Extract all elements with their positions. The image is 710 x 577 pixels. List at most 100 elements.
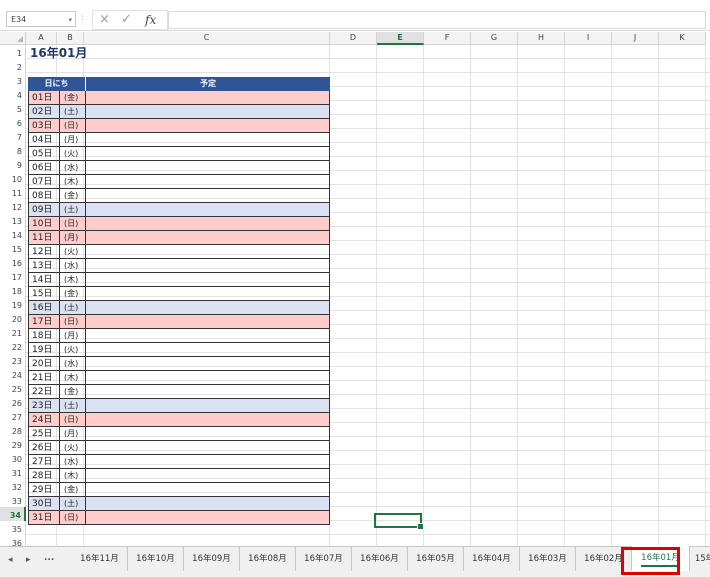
row-header-27[interactable]: 27 <box>0 409 26 423</box>
plan-cell[interactable] <box>85 441 330 455</box>
day-cell[interactable]: 04日 <box>28 133 59 147</box>
cancel-icon[interactable]: × <box>99 11 110 29</box>
column-header-e[interactable]: E <box>377 32 424 45</box>
plan-cell[interactable] <box>85 413 330 427</box>
tab-more-button[interactable]: ... <box>44 552 54 564</box>
row-header-11[interactable]: 11 <box>0 185 26 199</box>
row-header-32[interactable]: 32 <box>0 479 26 493</box>
day-cell[interactable]: 13日 <box>28 259 59 273</box>
name-box-dropdown-icon[interactable]: ▾ <box>68 12 72 28</box>
day-cell[interactable]: 28日 <box>28 469 59 483</box>
row-header-36[interactable]: 36 <box>0 535 26 546</box>
row-header-30[interactable]: 30 <box>0 451 26 465</box>
column-header-a[interactable]: A <box>26 32 57 45</box>
sheet-tab-7[interactable]: 16年05月 <box>408 547 464 571</box>
plan-cell[interactable] <box>85 427 330 441</box>
weekday-cell[interactable]: (水) <box>59 455 85 469</box>
sheet-tab-6[interactable]: 16年06月 <box>352 547 408 571</box>
day-cell[interactable]: 08日 <box>28 189 59 203</box>
plan-cell[interactable] <box>85 497 330 511</box>
row-header-26[interactable]: 26 <box>0 395 26 409</box>
day-cell[interactable]: 02日 <box>28 105 59 119</box>
plan-cell[interactable] <box>85 147 330 161</box>
column-header-f[interactable]: F <box>424 32 471 45</box>
formula-input[interactable] <box>168 11 706 29</box>
column-header-k[interactable]: K <box>659 32 706 45</box>
selected-cell-e34[interactable] <box>374 513 424 530</box>
row-header-23[interactable]: 23 <box>0 353 26 367</box>
day-cell[interactable]: 23日 <box>28 399 59 413</box>
day-cell[interactable]: 07日 <box>28 175 59 189</box>
plan-cell[interactable] <box>85 399 330 413</box>
row-header-13[interactable]: 13 <box>0 213 26 227</box>
row-header-25[interactable]: 25 <box>0 381 26 395</box>
day-cell[interactable]: 20日 <box>28 357 59 371</box>
weekday-cell[interactable]: (火) <box>59 441 85 455</box>
weekday-cell[interactable]: (木) <box>59 273 85 287</box>
weekday-cell[interactable]: (金) <box>59 385 85 399</box>
weekday-cell[interactable]: (日) <box>59 217 85 231</box>
weekday-cell[interactable]: (月) <box>59 133 85 147</box>
plan-cell[interactable] <box>85 259 330 273</box>
row-header-8[interactable]: 8 <box>0 143 26 157</box>
row-header-16[interactable]: 16 <box>0 255 26 269</box>
column-header-g[interactable]: G <box>471 32 518 45</box>
plan-cell[interactable] <box>85 469 330 483</box>
day-cell[interactable]: 11日 <box>28 231 59 245</box>
weekday-cell[interactable]: (土) <box>59 497 85 511</box>
plan-cell[interactable] <box>85 203 330 217</box>
day-cell[interactable]: 27日 <box>28 455 59 469</box>
column-header-b[interactable]: B <box>57 32 84 45</box>
row-header-15[interactable]: 15 <box>0 241 26 255</box>
worksheet-grid[interactable]: ABCDEFGHIJK 1 2 3 4 5 6 7 8 9 10 11 12 13 14 15 16 17 18 1… <box>0 32 710 546</box>
weekday-cell[interactable]: (火) <box>59 147 85 161</box>
name-box[interactable]: E34 ▾ <box>6 11 76 27</box>
column-header-h[interactable]: H <box>518 32 565 45</box>
row-header-35[interactable]: 35 <box>0 521 26 535</box>
plan-cell[interactable] <box>85 119 330 133</box>
plan-cell[interactable] <box>85 455 330 469</box>
plan-cell[interactable] <box>85 91 330 105</box>
row-header-19[interactable]: 19 <box>0 297 26 311</box>
sheet-tab-4[interactable]: 16年08月 <box>240 547 296 571</box>
weekday-cell[interactable]: (土) <box>59 301 85 315</box>
plan-cell[interactable] <box>85 287 330 301</box>
weekday-cell[interactable]: (木) <box>59 175 85 189</box>
confirm-icon[interactable]: ✓ <box>121 11 132 29</box>
row-header-1[interactable]: 1 <box>0 45 26 59</box>
plan-cell[interactable] <box>85 189 330 203</box>
row-header-14[interactable]: 14 <box>0 227 26 241</box>
day-cell[interactable]: 19日 <box>28 343 59 357</box>
insert-function-icon[interactable]: fx <box>145 11 156 29</box>
day-cell[interactable]: 25日 <box>28 427 59 441</box>
plan-cell[interactable] <box>85 301 330 315</box>
column-header-c[interactable]: C <box>84 32 330 45</box>
plan-cell[interactable] <box>85 371 330 385</box>
day-cell[interactable]: 05日 <box>28 147 59 161</box>
plan-cell[interactable] <box>85 231 330 245</box>
day-cell[interactable]: 14日 <box>28 273 59 287</box>
sheet-tab-12[interactable]: 15年 <box>690 547 710 571</box>
day-cell[interactable]: 31日 <box>28 511 59 525</box>
day-cell[interactable]: 24日 <box>28 413 59 427</box>
row-header-6[interactable]: 6 <box>0 115 26 129</box>
plan-cell[interactable] <box>85 483 330 497</box>
sheet-tab-5[interactable]: 16年07月 <box>296 547 352 571</box>
row-header-3[interactable]: 3 <box>0 73 26 87</box>
weekday-cell[interactable]: (金) <box>59 483 85 497</box>
tab-scroll-left-icon[interactable]: ◂ <box>8 554 13 566</box>
weekday-cell[interactable]: (水) <box>59 161 85 175</box>
day-cell[interactable]: 30日 <box>28 497 59 511</box>
sheet-tab-2[interactable]: 16年10月 <box>128 547 184 571</box>
day-cell[interactable]: 21日 <box>28 371 59 385</box>
select-all-corner[interactable] <box>0 32 26 45</box>
plan-cell[interactable] <box>85 385 330 399</box>
weekday-cell[interactable]: (木) <box>59 371 85 385</box>
row-header-5[interactable]: 5 <box>0 101 26 115</box>
day-cell[interactable]: 06日 <box>28 161 59 175</box>
day-cell[interactable]: 22日 <box>28 385 59 399</box>
day-cell[interactable]: 10日 <box>28 217 59 231</box>
plan-cell[interactable] <box>85 161 330 175</box>
row-header-18[interactable]: 18 <box>0 283 26 297</box>
weekday-cell[interactable]: (日) <box>59 413 85 427</box>
